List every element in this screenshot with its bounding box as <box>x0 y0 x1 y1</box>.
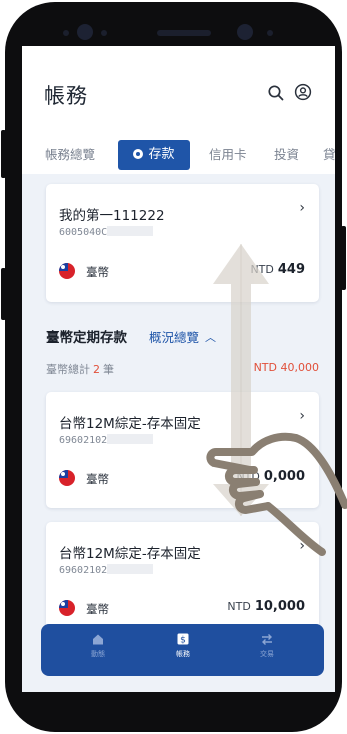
coin-icon <box>133 149 144 159</box>
search-icon[interactable] <box>267 84 285 102</box>
total-amount: NTD 40,000 <box>253 361 319 374</box>
front-camera-icon <box>77 24 93 40</box>
deposit-number: 69602102 <box>59 564 154 576</box>
tab-account-overview[interactable]: 帳務總覽 <box>45 140 95 170</box>
front-camera-icon <box>237 24 253 40</box>
fixed-deposit-card[interactable]: 台幣12M綜定-存本固定 69602102 › 臺幣 NTD 0,000 <box>46 392 319 508</box>
tab-label: 信用卡 <box>209 147 247 162</box>
fixed-deposit-card[interactable]: 台幣12M綜定-存本固定 69602102 › 臺幣 NTD 10,000 <box>46 522 319 638</box>
tab-label: 投資 <box>274 147 300 162</box>
masked-digits <box>107 434 154 444</box>
sensor-dot <box>63 30 69 36</box>
transfer-icon <box>262 634 272 645</box>
content-area: 我的第一111222 6005040C › 臺幣 NTD 449 臺幣定期存款 概… <box>22 174 335 692</box>
deposit-balance: NTD 10,000 <box>227 599 305 614</box>
phone-frame: 帳務 帳務總覽 存款 信用卡 投資 貸 我的第一111222 6005040C … <box>5 2 342 732</box>
chevron-right-icon: › <box>299 200 305 216</box>
deposit-currency: 臺幣 <box>86 472 109 486</box>
power-button <box>341 226 346 290</box>
page-title: 帳務 <box>44 84 88 108</box>
phone-top-bar <box>5 2 342 44</box>
overview-toggle[interactable]: 概況總覽 ︿ <box>149 327 216 346</box>
chevron-right-icon: › <box>299 538 305 554</box>
nav-item-activity[interactable]: 動態 <box>68 632 128 659</box>
taiwan-flag-icon <box>59 263 75 279</box>
nav-label: 交易 <box>260 650 274 658</box>
svg-text:$: $ <box>180 636 186 646</box>
account-number: 6005040C <box>59 226 154 238</box>
deposit-name: 台幣12M綜定-存本固定 <box>59 416 201 432</box>
tab-label: 存款 <box>148 147 175 162</box>
chevron-right-icon: › <box>299 408 305 424</box>
deposit-balance: NTD 0,000 <box>236 469 305 484</box>
nav-item-transaction[interactable]: 交易 <box>237 632 297 659</box>
nav-label: 帳務 <box>176 650 190 658</box>
home-icon <box>93 634 103 645</box>
dollar-icon: $ <box>177 633 189 646</box>
app-header: 帳務 帳務總覽 存款 信用卡 投資 貸 <box>22 46 335 174</box>
bottom-navigation: 動態 $ 帳務 交易 <box>41 624 324 676</box>
tab-loan[interactable]: 貸 <box>323 140 335 170</box>
tab-credit-card[interactable]: 信用卡 <box>209 140 247 170</box>
account-currency: 臺幣 <box>86 265 109 279</box>
volume-button <box>1 130 6 178</box>
nav-label: 動態 <box>91 650 105 658</box>
account-name: 我的第一111222 <box>59 208 165 224</box>
deposit-number: 69602102 <box>59 434 154 446</box>
earpiece-speaker <box>157 30 211 36</box>
total-summary: 臺幣總計 2 筆 <box>46 363 114 376</box>
profile-icon[interactable] <box>294 83 312 101</box>
account-card[interactable]: 我的第一111222 6005040C › 臺幣 NTD 449 <box>46 184 319 302</box>
nav-item-accounts[interactable]: $ 帳務 <box>153 632 213 659</box>
masked-digits <box>107 226 154 236</box>
tab-label: 帳務總覽 <box>45 147 96 162</box>
sensor-dot <box>267 30 273 36</box>
section-title: 臺幣定期存款 <box>46 330 127 346</box>
taiwan-flag-icon <box>59 600 75 616</box>
tab-deposit[interactable]: 存款 <box>118 140 190 170</box>
sensor-dot <box>101 30 107 36</box>
taiwan-flag-icon <box>59 470 75 486</box>
tab-investment[interactable]: 投資 <box>274 140 299 170</box>
chevron-up-icon: ︿ <box>205 331 217 344</box>
tab-bar: 帳務總覽 存款 信用卡 投資 貸 <box>22 140 335 170</box>
volume-button <box>1 268 6 320</box>
deposit-name: 台幣12M綜定-存本固定 <box>59 546 201 562</box>
app-screen: 帳務 帳務總覽 存款 信用卡 投資 貸 我的第一111222 6005040C … <box>22 46 335 692</box>
tab-label: 貸 <box>323 147 335 162</box>
deposit-currency: 臺幣 <box>86 602 109 616</box>
account-balance: NTD 449 <box>250 262 305 277</box>
masked-digits <box>107 564 154 574</box>
